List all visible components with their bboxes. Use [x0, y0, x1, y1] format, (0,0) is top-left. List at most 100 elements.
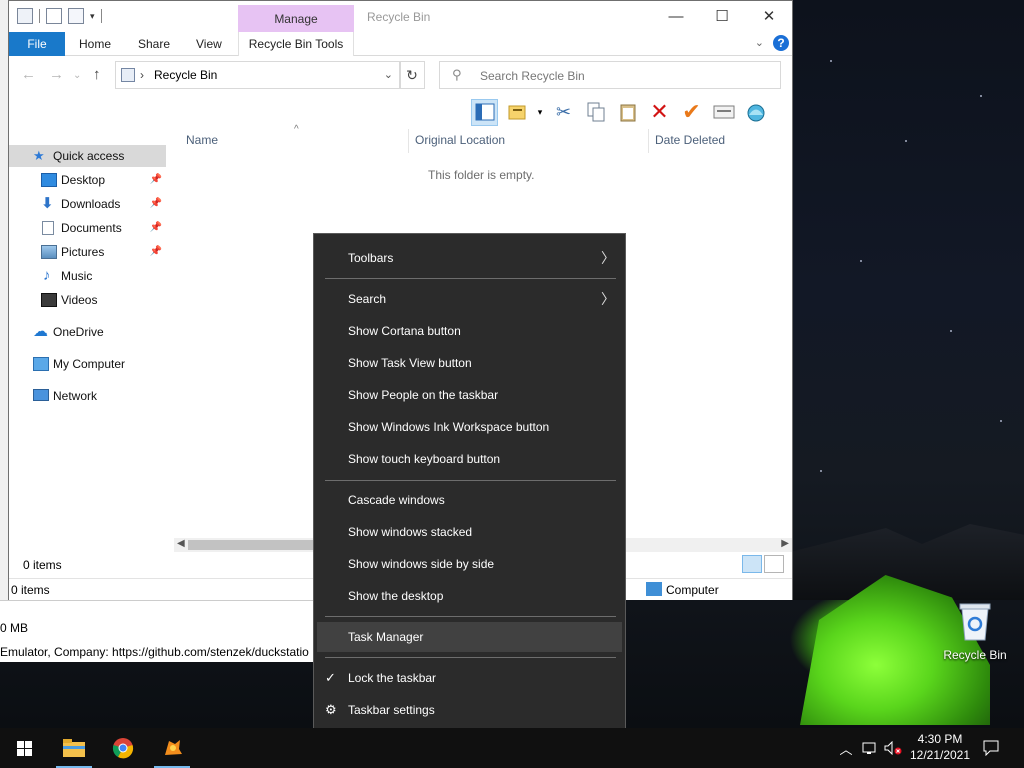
- star: [905, 140, 907, 142]
- scissors-icon[interactable]: ✂: [550, 99, 577, 126]
- sidebar-item-label: My Computer: [53, 357, 126, 371]
- column-header-original-location[interactable]: Original Location: [415, 133, 505, 147]
- column-header-name[interactable]: Name: [186, 133, 218, 147]
- desktop-folder-icon: [41, 173, 57, 187]
- menu-item-cascade-windows[interactable]: Cascade windows: [314, 485, 625, 515]
- menu-item-taskbar-settings[interactable]: ⚙ Taskbar settings: [314, 695, 625, 725]
- menu-item-label: Toolbars: [348, 251, 394, 265]
- scroll-left-icon[interactable]: ◀: [177, 538, 185, 549]
- breadcrumb-chevron-icon[interactable]: ›: [140, 68, 144, 82]
- show-hidden-icons-chevron-icon[interactable]: ︿: [836, 728, 856, 768]
- menu-item-show-windows-stacked[interactable]: Show windows stacked: [314, 517, 625, 547]
- chevron-down-icon[interactable]: ▾: [535, 99, 545, 126]
- menu-item-show-ink-workspace[interactable]: Show Windows Ink Workspace button: [314, 412, 625, 442]
- duckstation-icon: [165, 740, 182, 755]
- refresh-icon[interactable]: ↻: [399, 61, 425, 89]
- tab-view[interactable]: View: [196, 32, 222, 56]
- menu-item-search[interactable]: Search 〉: [314, 284, 625, 314]
- recycle-bin-icon: [957, 600, 993, 642]
- pin-icon[interactable]: 📌: [150, 241, 162, 263]
- chevron-right-icon: 〉: [601, 291, 615, 307]
- shell-icon[interactable]: [742, 99, 769, 126]
- address-field[interactable]: › Recycle Bin ⌄: [115, 61, 401, 89]
- pin-icon[interactable]: 📌: [150, 217, 162, 239]
- sidebar-item-desktop[interactable]: Desktop 📌: [9, 169, 166, 191]
- menu-item-show-windows-side-by-side[interactable]: Show windows side by side: [314, 549, 625, 579]
- menu-item-label: Show windows stacked: [348, 525, 473, 539]
- menu-item-show-cortana[interactable]: Show Cortana button: [314, 316, 625, 346]
- sidebar-item-documents[interactable]: Documents 📌: [9, 217, 166, 239]
- chevron-down-icon[interactable]: ⌄: [384, 68, 393, 81]
- maximize-icon[interactable]: ☐: [699, 1, 745, 32]
- help-icon[interactable]: ?: [773, 35, 789, 51]
- navigation-pane: ★ Quick access Desktop 📌 ⬇ Downloads 📌 D…: [9, 141, 169, 541]
- layout-pane-icon[interactable]: [471, 98, 498, 126]
- chevron-down-icon[interactable]: ⌄: [755, 36, 764, 49]
- new-folder-icon[interactable]: [68, 8, 84, 24]
- menu-item-toolbars[interactable]: Toolbars 〉: [314, 243, 625, 273]
- sidebar-item-onedrive[interactable]: ☁ OneDrive: [9, 321, 166, 343]
- menu-item-lock-taskbar[interactable]: ✓ Lock the taskbar: [314, 663, 625, 693]
- tab-home[interactable]: Home: [79, 32, 111, 56]
- pin-icon[interactable]: 📌: [150, 193, 162, 215]
- properties-icon[interactable]: [46, 8, 62, 24]
- sidebar-item-videos[interactable]: Videos: [9, 289, 166, 311]
- pin-icon[interactable]: 📌: [150, 169, 162, 191]
- menu-item-label: Show People on the taskbar: [348, 388, 499, 402]
- minimize-icon[interactable]: —: [653, 1, 699, 32]
- menu-item-show-task-view[interactable]: Show Task View button: [314, 348, 625, 378]
- chevron-right-icon: 〉: [601, 250, 615, 266]
- column-header-date-deleted[interactable]: Date Deleted: [655, 133, 725, 147]
- scroll-right-icon[interactable]: ▶: [781, 538, 789, 549]
- sidebar-item-downloads[interactable]: ⬇ Downloads 📌: [9, 193, 166, 215]
- large-icons-view-icon[interactable]: [764, 555, 784, 573]
- taskbar-duckstation[interactable]: [148, 728, 196, 768]
- menu-item-show-desktop[interactable]: Show the desktop: [314, 581, 625, 611]
- back-arrow-icon[interactable]: ←: [21, 66, 36, 83]
- music-note-icon: ♪: [43, 267, 51, 284]
- action-center-icon[interactable]: [978, 728, 1004, 768]
- menu-item-show-touch-keyboard[interactable]: Show touch keyboard button: [314, 444, 625, 474]
- sidebar-item-music[interactable]: ♪ Music: [9, 265, 166, 287]
- checkmark-icon[interactable]: ✔: [678, 99, 705, 126]
- sidebar-item-label: Pictures: [61, 245, 105, 259]
- paste-icon[interactable]: [614, 99, 641, 126]
- film-icon: [41, 293, 57, 307]
- tab-share[interactable]: Share: [138, 32, 170, 56]
- tab-manage[interactable]: Manage: [238, 5, 354, 33]
- properties-window-icon[interactable]: [710, 99, 737, 126]
- delete-x-icon[interactable]: ✕: [646, 99, 673, 126]
- quick-access-toolbar: ▾: [17, 8, 102, 24]
- taskbar-file-explorer[interactable]: [50, 728, 98, 768]
- forward-arrow-icon[interactable]: →: [49, 66, 64, 83]
- menu-item-label: Lock the taskbar: [348, 671, 437, 685]
- close-icon[interactable]: ✕: [746, 1, 792, 32]
- sidebar-item-label: Desktop: [61, 173, 106, 187]
- sidebar-item-quick-access[interactable]: ★ Quick access: [9, 145, 166, 167]
- menu-item-label: Show the desktop: [348, 589, 444, 603]
- details-view-icon[interactable]: [742, 555, 762, 573]
- menu-item-show-people[interactable]: Show People on the taskbar: [314, 380, 625, 410]
- scrollbar-thumb[interactable]: [188, 540, 318, 550]
- menu-item-task-manager[interactable]: Task Manager: [317, 622, 622, 652]
- tab-file[interactable]: File: [9, 32, 65, 56]
- network-status-icon[interactable]: [860, 728, 882, 768]
- sidebar-item-network[interactable]: Network: [9, 385, 166, 407]
- tab-recycle-bin-tools[interactable]: Recycle Bin Tools: [238, 32, 354, 56]
- taskbar-chrome[interactable]: [99, 728, 147, 768]
- taskbar-clock[interactable]: 4:30 PM 12/21/2021: [898, 731, 982, 763]
- desktop-recycle-bin[interactable]: Recycle Bin: [940, 600, 1010, 662]
- sidebar-item-label: Network: [53, 389, 98, 403]
- customize-qat-icon[interactable]: ▾: [90, 11, 95, 22]
- background-size-text: 0 MB: [0, 621, 29, 635]
- folder-notes-icon[interactable]: [503, 99, 530, 126]
- start-button[interactable]: [0, 728, 48, 768]
- up-arrow-icon[interactable]: ↑: [93, 66, 101, 83]
- copy-icon[interactable]: [582, 99, 609, 126]
- recent-locations-icon[interactable]: ⌄: [73, 70, 81, 81]
- sidebar-item-pictures[interactable]: Pictures 📌: [9, 241, 166, 263]
- taskbar: ︿ 4:30 PM 12/21/2021: [0, 728, 1024, 768]
- sidebar-item-my-computer[interactable]: My Computer: [9, 353, 166, 375]
- computer-icon: [646, 582, 662, 596]
- search-input[interactable]: ⚲ Search Recycle Bin: [439, 61, 781, 89]
